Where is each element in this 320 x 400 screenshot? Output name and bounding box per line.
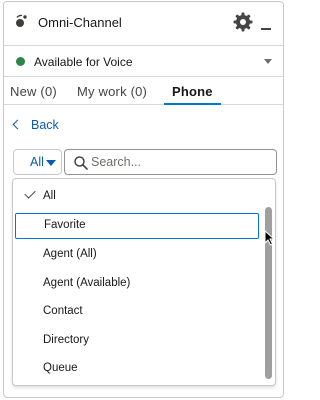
chevron-down-icon [264,59,272,64]
tab-my-work[interactable]: My work (0) [77,84,147,99]
option-agent-available[interactable]: Agent (Available) [13,271,259,297]
search-scope-dropdown: All Favorite Agent (All) Agent (Availabl… [12,178,276,386]
search-box[interactable] [64,149,277,175]
back-link[interactable]: Back [12,118,59,132]
option-label: Directory [43,334,90,346]
option-agent-all[interactable]: Agent (All) [13,242,259,268]
active-tab-indicator [164,103,221,105]
search-scope-button[interactable]: All [13,149,62,175]
option-label: Queue [43,362,78,374]
option-label: Agent (All) [43,248,97,260]
option-label: Favorite [44,219,86,231]
status-dot-icon [16,57,25,66]
presence-status-label: Available for Voice [34,55,133,69]
presence-status-select[interactable]: Available for Voice [4,45,283,77]
omni-channel-panel: Omni-Channel Available for Voice New (0)… [3,1,284,398]
option-contact[interactable]: Contact [13,299,259,325]
tab-bar: New (0) My work (0) Phone [4,79,283,105]
option-favorite[interactable]: Favorite [15,213,259,239]
option-all[interactable]: All [13,184,259,210]
gear-icon[interactable] [233,12,253,32]
search-row: All [4,149,283,175]
search-scope-label: All [30,155,44,169]
option-label: All [43,190,56,202]
option-queue[interactable]: Queue [13,356,259,382]
tab-phone[interactable]: Phone [172,84,213,99]
chevron-left-icon [12,119,23,130]
omni-channel-icon [16,14,27,27]
minimize-icon[interactable] [261,28,271,30]
option-label: Agent (Available) [43,277,131,289]
option-directory[interactable]: Directory [13,328,259,354]
back-label: Back [31,118,59,132]
tab-new[interactable]: New (0) [10,84,57,99]
option-label: Contact [43,305,83,317]
check-icon [24,187,36,199]
panel-title: Omni-Channel [38,15,122,30]
search-input[interactable] [91,150,271,174]
panel-header: Omni-Channel [4,2,283,42]
caret-down-icon [46,160,56,166]
mouse-cursor-icon [264,230,276,246]
search-icon [74,156,88,170]
dropdown-scrollbar[interactable] [263,179,275,385]
